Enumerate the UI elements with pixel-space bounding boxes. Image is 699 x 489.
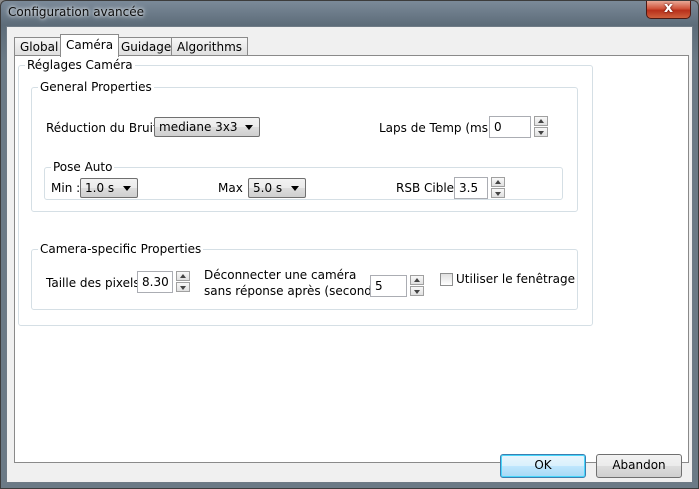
disconnect-timeout-value: 5 [375,279,383,293]
pixel-size-field[interactable]: 8.30 [137,271,173,293]
time-lapse-field[interactable]: 0 [489,116,531,138]
max-exposure-label: Max : [218,181,251,195]
camera-settings-legend: Réglages Caméra [27,58,133,72]
close-icon: x [663,0,674,16]
dialog-body: Global Caméra Guidage Algorithms Réglage… [6,26,693,483]
ok-button[interactable]: OK [500,454,586,478]
general-properties-legend: General Properties [40,80,152,94]
camera-specific-legend: Camera-specific Properties [40,242,202,256]
close-button[interactable]: x [646,1,691,19]
tab-guiding[interactable]: Guidage [115,37,178,56]
camera-tab-panel: Réglages Caméra General Properties Réduc… [14,55,689,463]
pixel-size-label: Taille des pixels : [46,276,148,290]
max-exposure-select[interactable]: 5.0 s [248,178,306,198]
noise-reduction-value: mediane 3x3 [159,120,238,134]
subframes-checkbox[interactable] [440,273,453,286]
time-lapse-down-button[interactable] [534,127,548,137]
window-title: Configuration avancée [8,5,144,19]
tab-camera[interactable]: Caméra [60,34,120,57]
dialog-window: Configuration avancée x Global Caméra Gu… [0,0,699,489]
time-lapse-spinner[interactable]: 0 [489,116,549,138]
noise-reduction-label: Réduction du Bruit : [46,121,166,135]
disconnect-timeout-spinner[interactable]: 5 [370,275,425,297]
chevron-down-icon [291,186,299,191]
arrow-down-icon [414,290,420,294]
subframes-label: Utiliser le fenêtrage [456,272,575,286]
disconnect-timeout-label-line1: Déconnecter une caméra [204,268,357,282]
auto-exposure-legend: Pose Auto [53,160,113,174]
chevron-down-icon [123,186,131,191]
arrow-down-icon [538,131,544,135]
chevron-down-icon [245,125,253,130]
arrow-down-icon [180,286,186,290]
pixel-size-up-button[interactable] [176,271,190,281]
snr-target-value: 3.5 [459,181,479,195]
disconnect-timeout-down-button[interactable] [410,286,424,296]
title-bar: Configuration avancée x [1,1,698,25]
disconnect-timeout-label-line2: sans réponse après (seconds) : [204,284,391,298]
min-exposure-label: Min : [51,181,81,195]
time-lapse-up-button[interactable] [534,116,548,126]
snr-target-field[interactable]: 3.5 [454,177,488,199]
pixel-size-spinner[interactable]: 8.30 [137,271,191,293]
arrow-up-icon [495,180,501,184]
disconnect-timeout-field[interactable]: 5 [370,275,407,297]
pixel-size-value: 8.30 [142,275,169,289]
time-lapse-label: Laps de Temp (ms) : [379,121,501,135]
tab-global[interactable]: Global [14,37,65,56]
arrow-down-icon [495,192,501,196]
cancel-button[interactable]: Abandon [596,454,682,478]
snr-target-spinner[interactable]: 3.5 [454,177,506,199]
tab-algorithms[interactable]: Algorithms [171,37,249,56]
disconnect-timeout-up-button[interactable] [410,275,424,285]
arrow-up-icon [180,274,186,278]
max-exposure-value: 5.0 s [253,181,283,195]
noise-reduction-select[interactable]: mediane 3x3 [154,117,260,137]
pixel-size-down-button[interactable] [176,282,190,292]
min-exposure-value: 1.0 s [85,181,115,195]
arrow-up-icon [538,119,544,123]
snr-target-label: RSB Cible : [396,181,462,195]
snr-target-down-button[interactable] [491,188,505,198]
snr-target-up-button[interactable] [491,177,505,187]
arrow-up-icon [414,278,420,282]
time-lapse-value: 0 [494,120,502,134]
min-exposure-select[interactable]: 1.0 s [80,178,138,198]
